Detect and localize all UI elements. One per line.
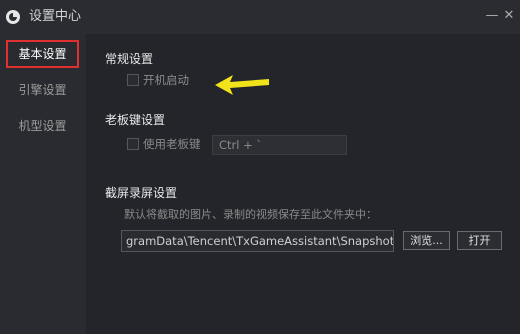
window-title: 设置中心 <box>29 9 82 24</box>
autostart-label[interactable]: 开机启动 <box>143 73 189 87</box>
close-icon[interactable]: ✕ <box>501 8 517 24</box>
yellow-arrow-icon <box>215 75 269 95</box>
title-bar: 设置中心 — ✕ <box>0 0 520 34</box>
general-settings-title: 常规设置 <box>105 52 154 66</box>
sidebar: 基本设置 引擎设置 机型设置 <box>0 34 86 334</box>
use-bosskey-checkbox[interactable] <box>127 138 139 150</box>
sidebar-item-engine-settings[interactable]: 引擎设置 <box>6 76 79 104</box>
bosskey-hotkey-input[interactable]: Ctrl + ` <box>212 135 347 155</box>
minimize-icon[interactable]: — <box>484 8 500 24</box>
sidebar-item-basic-settings[interactable]: 基本设置 <box>6 40 79 68</box>
bosskey-settings-title: 老板键设置 <box>105 113 166 127</box>
browse-button[interactable]: 浏览... <box>403 231 450 250</box>
app-logo-icon <box>6 10 20 24</box>
screenshot-settings-title: 截屏录屏设置 <box>105 186 178 200</box>
open-folder-button[interactable]: 打开 <box>457 231 502 250</box>
use-bosskey-label[interactable]: 使用老板键 <box>143 137 201 151</box>
autostart-checkbox[interactable] <box>127 74 139 86</box>
save-path-input[interactable]: gramData\Tencent\TxGameAssistant\Snapsho… <box>121 230 394 252</box>
save-folder-description: 默认将截取的图片、录制的视频保存至此文件夹中： <box>124 208 377 221</box>
sidebar-item-device-settings[interactable]: 机型设置 <box>6 112 79 140</box>
